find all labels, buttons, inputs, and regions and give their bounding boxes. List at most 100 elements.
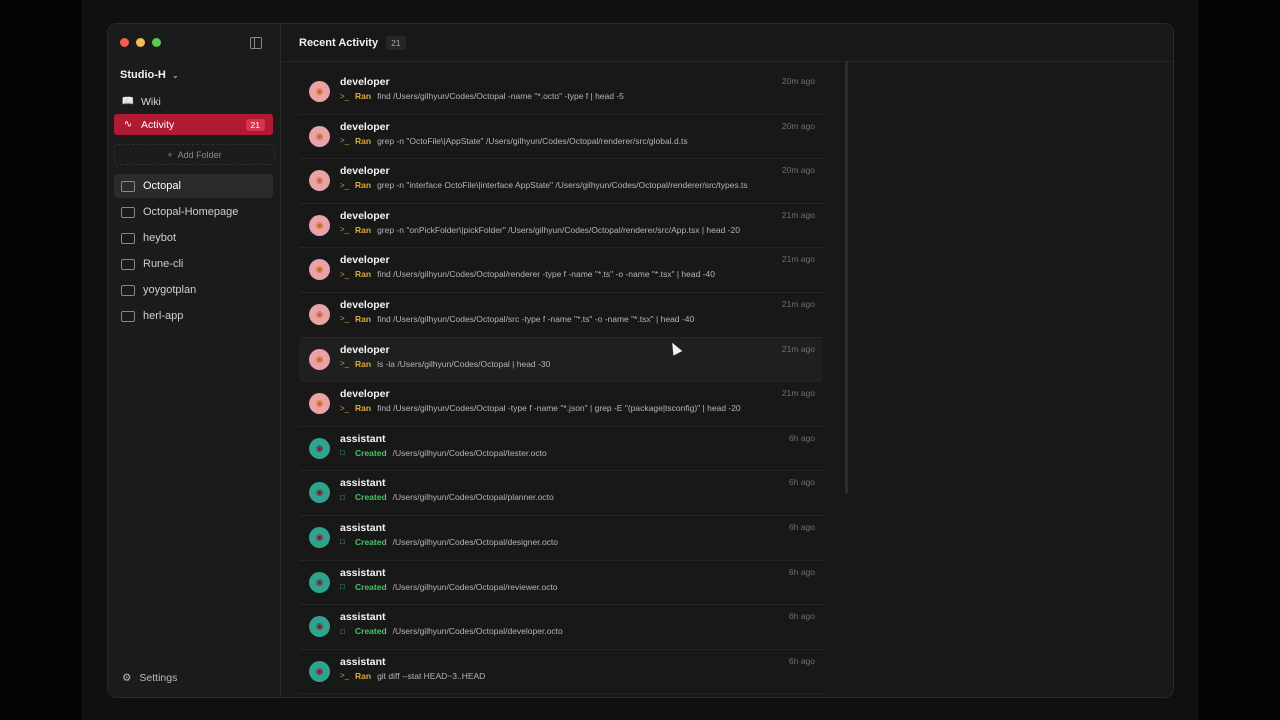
activity-detail: >_ Ran grep -n "interface OctoFile\|interf… bbox=[340, 180, 748, 190]
activity-row[interactable]: ◉ developer >_ Ran grep -n "interface OctoFi… bbox=[299, 159, 823, 204]
activity-timestamp: 21m ago bbox=[781, 388, 815, 399]
developer-avatar-icon: ◉ bbox=[309, 170, 330, 192]
activity-row[interactable]: ◉assistant6h ago bbox=[299, 694, 823, 697]
folder-icon bbox=[121, 310, 135, 322]
activity-command: /Users/gilhyun/Codes/Octopal/tester.octo bbox=[392, 447, 547, 458]
settings-label: Settings bbox=[139, 672, 178, 684]
activity-timestamp: 6h ago bbox=[789, 477, 815, 488]
activity-row[interactable]: ◉ assistant □ Created/Users/gilhyun/Codes/O… bbox=[299, 427, 823, 472]
terminal-icon: >_ bbox=[340, 136, 350, 146]
activity-detail: □ Created/Users/gilhyun/Codes/Octopal/tes… bbox=[340, 448, 547, 458]
add-folder-button[interactable]: + Add Folder bbox=[114, 144, 275, 165]
folder-label: yoygotplan bbox=[143, 284, 197, 296]
activity-command: /Users/gilhyun/Codes/Octopal/designer.oc… bbox=[392, 536, 559, 547]
activity-user: developer bbox=[340, 254, 390, 267]
developer-avatar-icon: ◉ bbox=[309, 348, 330, 370]
terminal-icon: >_ bbox=[340, 91, 350, 101]
activity-timestamp: 6h ago bbox=[789, 611, 815, 622]
assistant-avatar-icon: ◉ bbox=[309, 571, 330, 593]
activity-command: find /Users/gilhyun/Codes/Octopal/src -t… bbox=[377, 313, 695, 324]
activity-command: /Users/gilhyun/Codes/Octopal/reviewer.oc… bbox=[392, 581, 558, 592]
activity-detail: >_ Ran find /Users/gilhyun/Codes/Octopal -… bbox=[340, 403, 741, 413]
assistant-avatar-icon: ◉ bbox=[309, 482, 330, 504]
assistant-avatar-icon: ◉ bbox=[309, 616, 330, 638]
folder-icon bbox=[121, 232, 135, 244]
assistant-avatar-icon: ◉ bbox=[309, 660, 330, 682]
activity-user: developer bbox=[340, 209, 390, 222]
activity-detail: >_ Ran find /Users/gilhyun/Codes/Octopal -… bbox=[340, 91, 624, 101]
developer-avatar-icon: ◉ bbox=[309, 393, 330, 415]
terminal-icon: >_ bbox=[340, 671, 350, 681]
activity-row[interactable]: ◉ assistant □ Created/Users/gilhyun/Codes/O… bbox=[299, 561, 823, 606]
terminal-icon: >_ bbox=[340, 403, 350, 413]
activity-command: find /Users/gilhyun/Codes/Octopal/render… bbox=[377, 269, 715, 280]
activity-verb: Created bbox=[355, 626, 387, 637]
workspace-name: Studio-H bbox=[120, 69, 166, 81]
activity-verb: Ran bbox=[355, 403, 372, 414]
close-window-button[interactable] bbox=[120, 38, 129, 47]
scrollbar[interactable] bbox=[845, 61, 848, 494]
sidebar-toggle-icon[interactable] bbox=[250, 37, 262, 49]
activity-row[interactable]: ◉ assistant >_ Ran git diff --stat HEAD~3..H… bbox=[299, 650, 823, 695]
activity-detail: □ Created/Users/gilhyun/Codes/Octopal/pla… bbox=[340, 492, 554, 502]
developer-avatar-icon: ◉ bbox=[309, 303, 330, 325]
activity-row[interactable]: ◉ assistant □ Created/Users/gilhyun/Codes/O… bbox=[299, 471, 823, 516]
folder-icon bbox=[121, 258, 135, 270]
folder-icon bbox=[121, 180, 135, 192]
activity-timestamp: 6h ago bbox=[789, 521, 815, 532]
activity-row[interactable]: ◉ developer >_ Ran find /Users/gilhyun/Codes… bbox=[299, 293, 823, 338]
activity-command: git diff --stat HEAD~3..HEAD bbox=[377, 670, 486, 681]
book-icon: 📖 bbox=[121, 96, 135, 107]
activity-command: grep -n "interface OctoFile\|interface A… bbox=[377, 180, 748, 191]
activity-row[interactable]: ◉ assistant □ Created/Users/gilhyun/Codes/O… bbox=[299, 516, 823, 561]
folder-label: Rune-cli bbox=[143, 258, 184, 270]
settings-button[interactable]: ⚙ Settings bbox=[122, 672, 177, 684]
folder-label: herl-app bbox=[143, 310, 184, 322]
folder-label: Octopal bbox=[143, 180, 181, 192]
developer-avatar-icon: ◉ bbox=[309, 81, 330, 102]
activity-verb: Ran bbox=[355, 224, 372, 235]
activity-verb: Ran bbox=[355, 91, 372, 101]
folder-item-yoygotplan[interactable]: yoygotplan bbox=[114, 278, 273, 302]
minimize-window-button[interactable] bbox=[136, 38, 145, 47]
window-controls bbox=[120, 38, 161, 47]
activity-command: /Users/gilhyun/Codes/Octopal/developer.o… bbox=[392, 626, 563, 637]
activity-row[interactable]: ◉ developer >_ Ran grep -n "OctoFile\|AppSta… bbox=[299, 115, 823, 160]
activity-detail: □ Created/Users/gilhyun/Codes/Octopal/rev… bbox=[340, 582, 558, 592]
sidebar: Studio-H ⌄ 📖 Wiki ∿ Activity 21 + Add Fo… bbox=[108, 24, 281, 697]
assistant-avatar-icon: ◉ bbox=[309, 526, 330, 548]
activity-row[interactable]: ◉ developer >_ Ran grep -n "onPickFolder\|pi… bbox=[299, 204, 823, 249]
activity-detail: □ Created/Users/gilhyun/Codes/Octopal/des… bbox=[340, 537, 558, 547]
activity-detail: □ Created/Users/gilhyun/Codes/Octopal/dev… bbox=[340, 626, 563, 636]
activity-row[interactable]: ◉ developer >_ Ran find /Users/gilhyun/Codes… bbox=[299, 248, 823, 293]
folder-item-rune-cli[interactable]: Rune-cli bbox=[114, 252, 273, 276]
nav-activity[interactable]: ∿ Activity 21 bbox=[114, 114, 273, 135]
activity-user: developer bbox=[340, 76, 390, 88]
activity-user: assistant bbox=[340, 432, 386, 445]
activity-row[interactable]: ◉ assistant □ Created/Users/gilhyun/Codes/O… bbox=[299, 605, 823, 650]
activity-detail: >_ Ran git diff --stat HEAD~3..HEAD bbox=[340, 671, 485, 681]
nav-wiki[interactable]: 📖 Wiki bbox=[114, 91, 273, 112]
terminal-icon: >_ bbox=[340, 180, 350, 190]
activity-verb: Ran bbox=[355, 135, 372, 146]
file-created-icon: □ bbox=[340, 448, 345, 458]
activity-row[interactable]: ◉ developer >_ Ran find /Users/gilhyun/Codes… bbox=[299, 70, 823, 115]
plus-icon: + bbox=[167, 149, 173, 160]
activity-timestamp: 21m ago bbox=[781, 343, 815, 354]
activity-command: ls -la /Users/gilhyun/Codes/Octopal | he… bbox=[377, 358, 551, 369]
activity-row[interactable]: ◉ developer >_ Ran find /Users/gilhyun/Codes… bbox=[299, 382, 823, 427]
maximize-window-button[interactable] bbox=[152, 38, 161, 47]
activity-user: assistant bbox=[340, 566, 386, 579]
folder-item-octopal[interactable]: Octopal bbox=[114, 174, 273, 198]
activity-command: /Users/gilhyun/Codes/Octopal/planner.oct… bbox=[392, 492, 554, 503]
folder-item-octopal-homepage[interactable]: Octopal-Homepage bbox=[114, 200, 273, 224]
workspace-switcher[interactable]: Studio-H ⌄ bbox=[120, 69, 179, 81]
gear-icon: ⚙ bbox=[122, 672, 132, 684]
folder-item-herl-app[interactable]: herl-app bbox=[114, 304, 273, 328]
activity-detail: >_ Ran find /Users/gilhyun/Codes/Octopal/s… bbox=[340, 314, 694, 324]
folder-item-heybot[interactable]: heybot bbox=[114, 226, 273, 250]
activity-verb: Created bbox=[355, 581, 387, 592]
activity-detail: >_ Ran ls -la /Users/gilhyun/Codes/Octopal… bbox=[340, 359, 550, 369]
activity-user: developer bbox=[340, 343, 390, 356]
activity-row[interactable]: ◉ developer >_ Ran ls -la /Users/gilhyun/Cod… bbox=[299, 337, 823, 383]
